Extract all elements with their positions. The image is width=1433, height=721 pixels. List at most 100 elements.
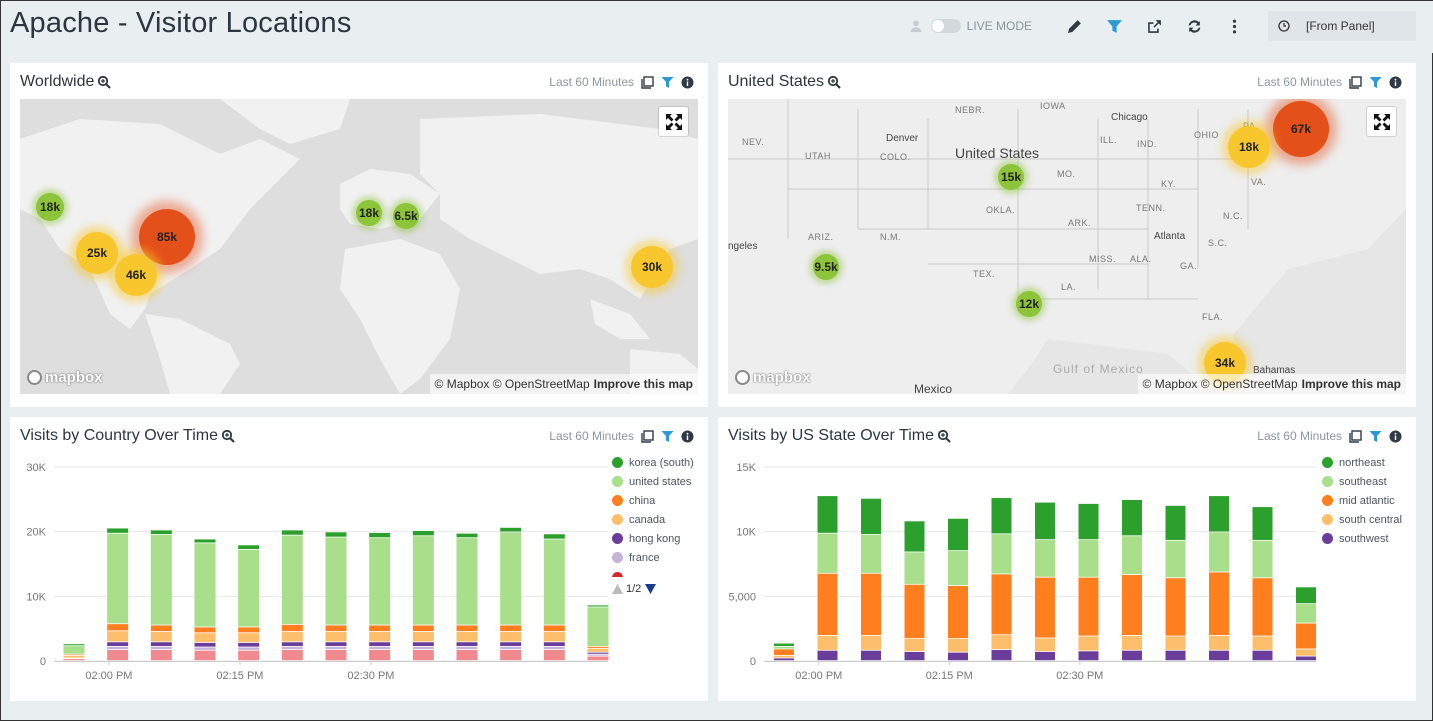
map-cluster[interactable]: 67k [1273,101,1329,157]
bar-segment[interactable] [817,573,838,635]
map-cluster[interactable]: 25k [76,232,118,274]
map-cluster[interactable]: 30k [631,246,673,288]
bar-segment[interactable] [774,658,794,661]
bar-segment[interactable] [412,646,434,650]
more-icon[interactable] [1223,15,1245,37]
filter-icon[interactable] [1369,430,1382,443]
bar-segment[interactable] [150,534,172,625]
attribution-text[interactable]: © Mapbox © OpenStreetMap [1143,377,1298,391]
bar-segment[interactable] [150,650,172,661]
bar-segment[interactable] [150,646,172,650]
bar-segment[interactable] [150,631,172,642]
bar-segment[interactable] [1252,650,1273,661]
live-mode-toggle[interactable] [930,19,961,33]
info-icon[interactable] [681,430,694,443]
bar-segment[interactable] [861,635,881,650]
bar-segment[interactable] [369,650,391,661]
bar-segment[interactable] [1165,636,1186,650]
bar-segment[interactable] [369,532,391,538]
bar-segment[interactable] [948,551,968,586]
bar-segment[interactable] [150,530,172,535]
bar-segment[interactable] [1252,540,1273,578]
stacked-bar-chart[interactable]: 15K 10K 5,000 0 02:00 PM 02:15 PM 02:30 PM [718,417,1318,701]
bar-segment[interactable] [107,631,129,642]
bar-segment[interactable] [412,642,434,646]
bar-segment[interactable] [412,631,434,642]
bar-segment[interactable] [194,647,216,650]
bar-segment[interactable] [543,539,565,625]
bar-segment[interactable] [1296,587,1316,604]
legend-item[interactable]: united states [612,472,694,491]
layers-icon[interactable] [1349,75,1362,89]
bar-segment[interactable] [1165,650,1186,661]
bar-segment[interactable] [1078,636,1099,651]
bar-segment[interactable] [325,642,347,646]
bar-segment[interactable] [774,649,794,656]
bar-segment[interactable] [369,538,391,625]
map-cluster[interactable]: 15k [998,164,1024,190]
bar-segment[interactable] [861,573,881,635]
bar-segment[interactable] [456,650,478,661]
info-icon[interactable] [1389,76,1402,89]
bar-segment[interactable] [238,627,260,633]
bar-segment[interactable] [456,646,478,650]
mapbox-logo[interactable]: mapbox [27,369,103,386]
map-cluster[interactable]: 9.5k [813,254,839,280]
bar-segment[interactable] [238,549,260,627]
legend-item[interactable]: france [612,548,694,567]
bar-segment[interactable] [1296,656,1316,661]
bar-segment[interactable] [369,646,391,650]
bar-segment[interactable] [107,646,129,650]
bar-segment[interactable] [194,642,216,647]
bar-segment[interactable] [500,646,522,650]
bar-segment[interactable] [281,631,303,642]
bar-segment[interactable] [238,545,260,549]
bar-segment[interactable] [1165,540,1186,578]
map-cluster[interactable]: 18k [36,193,64,221]
fullscreen-button[interactable] [659,107,688,136]
legend-item[interactable]: korea (south) [612,453,694,472]
bar-segment[interactable] [904,639,925,652]
bar-segment[interactable] [774,646,794,649]
filter-icon[interactable] [661,76,674,89]
bar-segment[interactable] [1252,507,1273,540]
bar-segment[interactable] [500,631,522,642]
bar-segment[interactable] [194,633,216,643]
bar-segment[interactable] [325,625,347,632]
map-cluster[interactable]: 46k [115,254,157,296]
bar-segment[interactable] [1296,649,1316,656]
legend-item[interactable]: south central [1322,510,1402,529]
bar-segment[interactable] [861,650,881,661]
time-range-selector[interactable]: [From Panel] [1268,11,1416,41]
info-icon[interactable] [1389,430,1402,443]
bar-segment[interactable] [281,642,303,646]
pager-down-icon[interactable] [645,583,657,594]
bar-segment[interactable] [948,585,968,639]
info-icon[interactable] [681,76,694,89]
bar-segment[interactable] [412,625,434,632]
bar-segment[interactable] [500,532,522,625]
bar-segment[interactable] [1209,496,1229,532]
bar-segment[interactable] [1165,505,1186,540]
bar-segment[interactable] [774,643,794,646]
bar-segment[interactable] [543,642,565,646]
zoom-icon[interactable] [97,75,112,89]
bar-segment[interactable] [500,650,522,661]
bar-segment[interactable] [281,646,303,650]
bar-segment[interactable] [412,536,434,625]
bar-segment[interactable] [904,521,925,552]
share-icon[interactable] [1143,15,1165,37]
layers-icon[interactable] [1349,429,1362,443]
bar-segment[interactable] [1035,502,1055,540]
bar-segment[interactable] [1078,651,1099,661]
bar-segment[interactable] [587,646,609,648]
bar-segment[interactable] [456,533,478,538]
bar-segment[interactable] [1122,650,1142,661]
bar-segment[interactable] [325,537,347,625]
bar-segment[interactable] [194,627,216,633]
filter-icon[interactable] [661,430,674,443]
bar-segment[interactable] [325,646,347,650]
layers-icon[interactable] [641,75,654,89]
bar-segment[interactable] [238,650,260,661]
bar-segment[interactable] [991,650,1012,661]
